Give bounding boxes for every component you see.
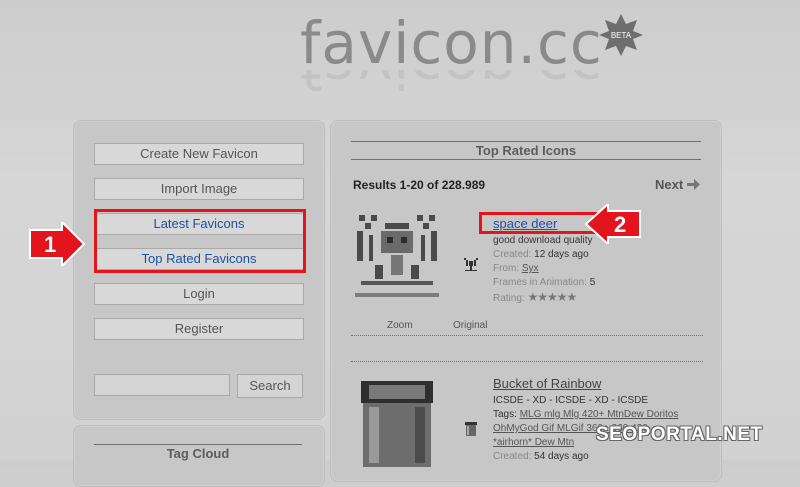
rating-stars[interactable]: ★★★★★ [527, 290, 577, 304]
created-row: Created: 54 days ago [493, 450, 589, 464]
register-button[interactable]: Register [94, 318, 304, 340]
bucket-original-icon[interactable] [463, 421, 479, 437]
site-logo[interactable]: favicon.cc [300, 8, 603, 78]
search-input[interactable] [94, 374, 230, 396]
divider [351, 159, 701, 160]
beta-badge-icon: BETA [599, 14, 643, 56]
callout-1-arrow: 1 [29, 222, 86, 266]
from-row: From: Syx [493, 262, 539, 276]
tags-row: Tags: MLG mlg Mlg 420+ MtnDew Doritos [493, 408, 678, 422]
frames-value: 5 [589, 277, 596, 288]
tag-links[interactable]: MLG mlg Mlg 420+ MtnDew Doritos [520, 409, 679, 420]
create-favicon-button[interactable]: Create New Favicon [94, 143, 304, 165]
highlight-box [94, 209, 306, 273]
divider [351, 141, 701, 142]
icon-description: good download quality [493, 235, 593, 246]
arrow-right-icon [686, 179, 700, 190]
tag-cloud-title: Tag Cloud [166, 446, 230, 461]
tags-row-3: *airhorn* Dew Mtn [493, 436, 574, 450]
from-label: From: [493, 263, 520, 274]
tag-links[interactable]: *airhorn* Dew Mtn [493, 437, 574, 448]
tag-cloud-panel: Tag Cloud [73, 425, 325, 487]
rating-row: Rating: ★★★★★ [493, 290, 577, 306]
created-value: 54 days ago [534, 451, 589, 462]
bucket-zoom-image[interactable] [351, 377, 443, 467]
icon-description: ICSDE - XD - ICSDE - XD - ICSDE [493, 395, 649, 406]
search-button[interactable]: Search [237, 374, 303, 398]
login-button[interactable]: Login [94, 283, 304, 305]
logo-reflection: favicon.cc [300, 70, 603, 102]
import-image-button[interactable]: Import Image [94, 178, 304, 200]
created-label: Created: [493, 451, 532, 462]
author-link[interactable]: Syx [522, 263, 539, 274]
section-title: Top Rated Icons [475, 143, 577, 158]
divider [351, 361, 703, 362]
divider [94, 444, 302, 445]
sidebar-panel: Create New Favicon Import Image Latest F… [73, 120, 325, 420]
results-count: Results 1-20 of 228.989 [353, 178, 486, 192]
title-highlight-box [479, 212, 599, 234]
next-link[interactable]: Next [655, 177, 700, 192]
callout-2-arrow: 2 [584, 204, 641, 244]
frames-row: Frames in Animation: 5 [493, 276, 595, 290]
created-value: 12 days ago [534, 249, 589, 260]
original-label: Original [453, 320, 488, 331]
tags-label: Tags: [493, 409, 517, 420]
rating-label: Rating: [493, 293, 525, 304]
zoom-label: Zoom [387, 320, 413, 331]
created-row: Created: 12 days ago [493, 248, 589, 262]
space-deer-zoom-image[interactable] [351, 209, 443, 305]
callout-1-label: 1 [44, 232, 56, 257]
space-deer-original-icon[interactable] [463, 257, 479, 273]
callout-2-label: 2 [614, 212, 626, 237]
beta-label: BETA [611, 31, 632, 40]
created-label: Created: [493, 249, 532, 260]
watermark: SEOPORTAL.NET [596, 424, 763, 445]
bucket-title-link[interactable]: Bucket of Rainbow [493, 376, 601, 391]
divider [351, 335, 703, 336]
frames-label: Frames in Animation: [493, 277, 587, 288]
next-label: Next [655, 177, 684, 192]
